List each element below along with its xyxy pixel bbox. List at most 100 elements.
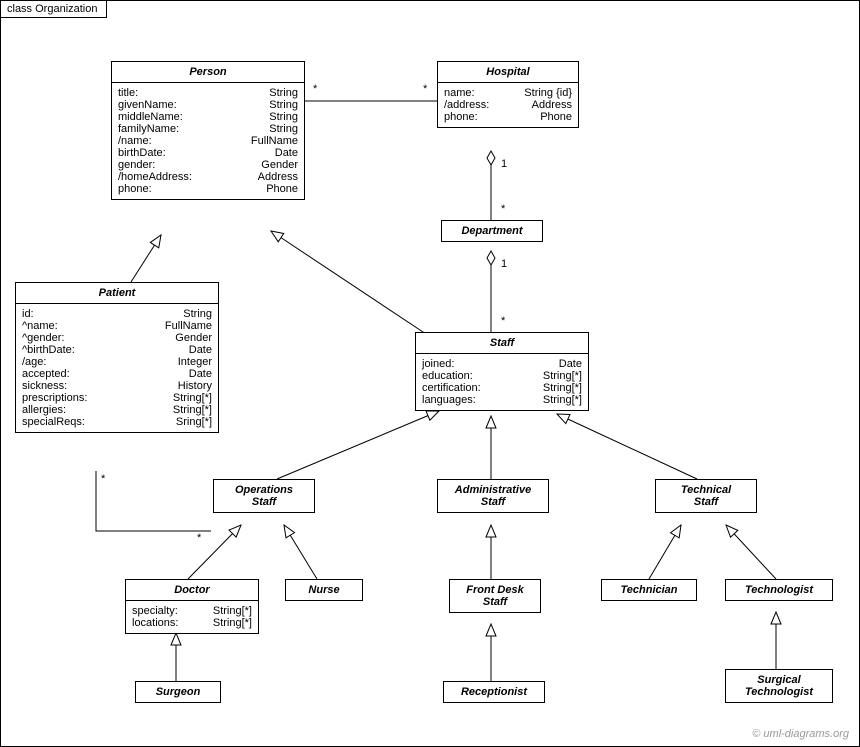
frame-label: class Organization <box>0 0 107 18</box>
class-attrs: specialty:String[*]locations:String[*] <box>126 601 258 633</box>
attr-row: certification: String[*] <box>422 382 582 394</box>
class-title: Surgical Technologist <box>726 670 832 702</box>
attr-row: education: String[*] <box>422 370 582 382</box>
attr-row: name:String {id} <box>444 87 572 99</box>
watermark: © uml-diagrams.org <box>752 728 849 740</box>
attr-type: Date <box>189 344 212 356</box>
class-title: Technical Staff <box>656 480 756 512</box>
attr-name: ^gender: <box>22 332 64 344</box>
mult-patient-ops-right: * <box>197 532 201 544</box>
attr-name: birthDate: <box>118 147 166 159</box>
class-title: Person <box>112 62 304 83</box>
attr-row: phone: Phone <box>118 183 298 195</box>
mult-person-side: * <box>313 83 317 95</box>
attr-type: String[*] <box>173 404 212 416</box>
attr-name: /name: <box>118 135 152 147</box>
attr-type: Phone <box>266 183 298 195</box>
attr-row: middleName: String <box>118 111 298 123</box>
attr-type: String <box>269 99 298 111</box>
attr-name: title: <box>118 87 138 99</box>
attr-type: String[*] <box>173 392 212 404</box>
attr-row: ^birthDate:Date <box>22 344 212 356</box>
attr-row: /address: Address <box>444 99 572 111</box>
attr-type: Gender <box>261 159 298 171</box>
attr-name: prescriptions: <box>22 392 87 404</box>
attr-name: languages: <box>422 394 476 406</box>
attr-type: String <box>269 87 298 99</box>
class-front-desk-staff: Front Desk Staff <box>449 579 541 613</box>
class-title: Doctor <box>126 580 258 601</box>
attr-name: ^name: <box>22 320 58 332</box>
attr-type: String[*] <box>213 617 252 629</box>
attr-row: /homeAddress:Address <box>118 171 298 183</box>
class-title: Nurse <box>286 580 362 600</box>
attr-type: Address <box>532 99 572 111</box>
attr-type: Phone <box>540 111 572 123</box>
mult-patient-ops-left: * <box>101 473 105 485</box>
attr-row: familyName:String <box>118 123 298 135</box>
attr-type: String[*] <box>213 605 252 617</box>
attr-type: String[*] <box>543 382 582 394</box>
mult-dept-staff-top: 1 <box>501 258 507 270</box>
attr-type: String <box>269 111 298 123</box>
class-receptionist: Receptionist <box>443 681 545 703</box>
class-operations-staff: Operations Staff <box>213 479 315 513</box>
class-administrative-staff: Administrative Staff <box>437 479 549 513</box>
attr-name: phone: <box>118 183 152 195</box>
class-surgeon: Surgeon <box>135 681 221 703</box>
attr-row: title: String <box>118 87 298 99</box>
attr-name: middleName: <box>118 111 183 123</box>
attr-name: allergies: <box>22 404 66 416</box>
attr-name: id: <box>22 308 34 320</box>
attr-type: Date <box>189 368 212 380</box>
attr-type: String[*] <box>543 370 582 382</box>
diagram-frame: class Organization <box>0 0 860 747</box>
attr-row: accepted:Date <box>22 368 212 380</box>
attr-name: /address: <box>444 99 489 111</box>
attr-name: givenName: <box>118 99 177 111</box>
class-patient: Patient id:String^name:FullName^gender:G… <box>15 282 219 433</box>
attr-row: birthDate: Date <box>118 147 298 159</box>
attr-row: allergies: String[*] <box>22 404 212 416</box>
attr-name: name: <box>444 87 475 99</box>
attr-name: certification: <box>422 382 481 394</box>
attr-row: ^name:FullName <box>22 320 212 332</box>
class-title: Department <box>442 221 542 241</box>
attr-name: phone: <box>444 111 478 123</box>
attr-row: languages: String[*] <box>422 394 582 406</box>
attr-name: education: <box>422 370 473 382</box>
mult-hospital-dept-top: 1 <box>501 158 507 170</box>
attr-row: /name:FullName <box>118 135 298 147</box>
class-attrs: joined:Dateeducation:String[*]certificat… <box>416 354 588 410</box>
attr-type: Gender <box>175 332 212 344</box>
class-title: Hospital <box>438 62 578 83</box>
attr-row: specialReqs:Sring[*] <box>22 416 212 428</box>
class-hospital: Hospital name:String {id}/address: Addres… <box>437 61 579 128</box>
attr-row: specialty:String[*] <box>132 605 252 617</box>
class-technical-staff: Technical Staff <box>655 479 757 513</box>
attr-name: joined: <box>422 358 454 370</box>
attr-type: Date <box>275 147 298 159</box>
attr-row: id: String <box>22 308 212 320</box>
attr-name: sickness: <box>22 380 67 392</box>
attr-row: sickness: History <box>22 380 212 392</box>
mult-dept-staff-bottom: * <box>501 315 505 327</box>
mult-hospital-dept-bottom: * <box>501 203 505 215</box>
attr-type: Sring[*] <box>176 416 212 428</box>
class-staff: Staff joined:Dateeducation:String[*]cert… <box>415 332 589 411</box>
class-title: Receptionist <box>444 682 544 702</box>
attr-type: Address <box>258 171 298 183</box>
class-department: Department <box>441 220 543 242</box>
class-title: Surgeon <box>136 682 220 702</box>
attr-row: joined: Date <box>422 358 582 370</box>
class-nurse: Nurse <box>285 579 363 601</box>
attr-name: familyName: <box>118 123 179 135</box>
attr-type: String[*] <box>543 394 582 406</box>
class-title: Operations Staff <box>214 480 314 512</box>
attr-type: Date <box>559 358 582 370</box>
attr-type: String <box>183 308 212 320</box>
class-title: Administrative Staff <box>438 480 548 512</box>
attr-row: ^gender: Gender <box>22 332 212 344</box>
attr-row: givenName: String <box>118 99 298 111</box>
attr-type: History <box>178 380 212 392</box>
